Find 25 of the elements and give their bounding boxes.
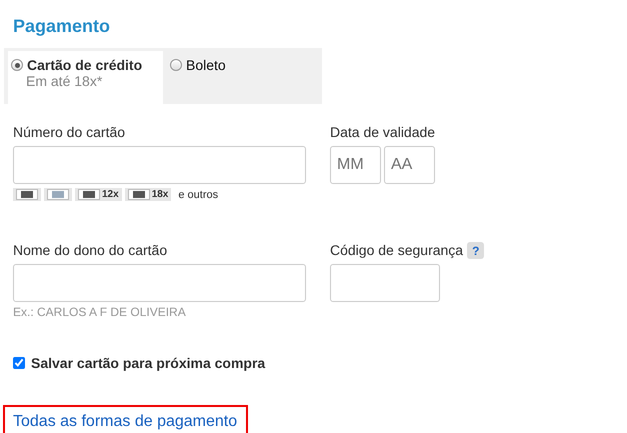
- section-title: Pagamento: [13, 16, 112, 38]
- checkbox[interactable]: [13, 357, 25, 369]
- payment-methods-link[interactable]: Todas as formas de pagamento: [13, 413, 238, 431]
- help-button[interactable]: ?: [467, 242, 484, 259]
- card-number-field[interactable]: [13, 146, 306, 184]
- field-label: Data de validade: [330, 124, 436, 142]
- field-label: Código de segurança: [330, 242, 464, 260]
- radio-button[interactable]: [11, 59, 23, 71]
- radio-button[interactable]: [170, 59, 182, 71]
- month-field[interactable]: MM: [330, 146, 381, 184]
- security-code-field[interactable]: [330, 264, 440, 302]
- card-brand-badge: 18x: [124, 188, 172, 201]
- field-hint: Ex.: CARLOS A F DE OLIVEIRA: [13, 305, 187, 319]
- field-label: Número do cartão: [13, 124, 126, 142]
- brands-more-text: e outros: [178, 188, 218, 200]
- card-icon: [16, 189, 38, 200]
- payment-tab[interactable]: Cartão de crédito Em até 18x*: [8, 51, 163, 104]
- card-icon: [47, 189, 69, 200]
- card-holder-field[interactable]: [13, 264, 306, 302]
- checkbox-label: Salvar cartão para próxima compra: [31, 355, 266, 371]
- card-icon: [128, 189, 150, 200]
- card-icon: [78, 189, 100, 200]
- card-brand-badge: 12x: [75, 188, 122, 201]
- field-label: Nome do dono do cartão: [13, 242, 168, 260]
- year-field[interactable]: AA: [384, 146, 435, 184]
